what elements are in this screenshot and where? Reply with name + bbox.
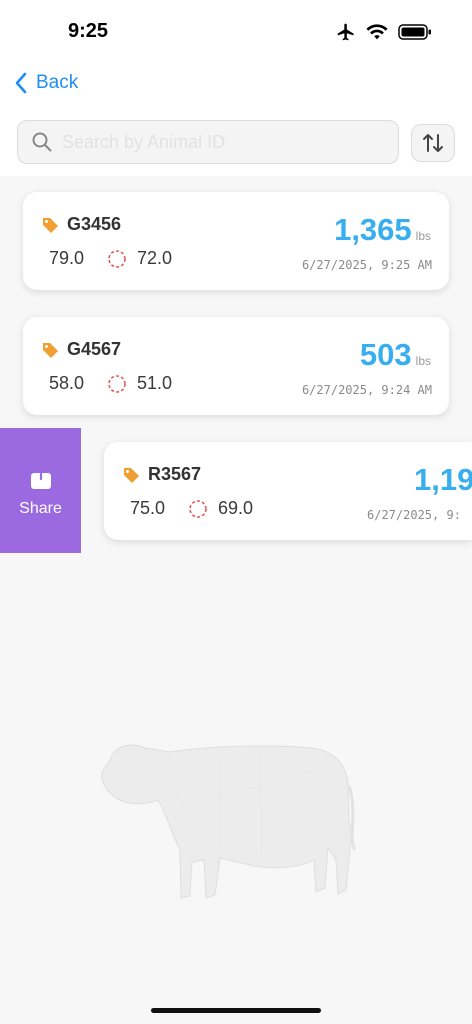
measurements: 58.0 51.0	[49, 373, 172, 394]
animal-id-text: G3456	[67, 214, 122, 234]
share-icon	[30, 464, 51, 489]
girth-ring-icon	[108, 374, 126, 393]
weight: 1,19	[414, 462, 472, 498]
measure-2: 72.0	[137, 248, 173, 268]
timestamp: 6/27/2025, 9:24 AM	[301, 383, 432, 397]
battery-icon	[398, 24, 431, 40]
share-button[interactable]: Share	[0, 428, 81, 553]
weight: 503 lbs	[360, 337, 431, 373]
tag-icon	[43, 342, 58, 358]
status-icons	[336, 22, 432, 42]
girth-ring-icon	[108, 249, 126, 268]
weight-value: 1,365	[334, 212, 412, 247]
weight-unit: lbs	[415, 229, 431, 243]
timestamp: 6/27/2025, 9:	[367, 508, 461, 522]
measure-1: 75.0	[130, 498, 166, 518]
wifi-icon	[366, 24, 388, 40]
measure-2: 51.0	[137, 373, 173, 393]
measure-2: 69.0	[218, 498, 254, 518]
measurements: 75.0 69.0	[130, 498, 253, 519]
weight-unit: lbs	[415, 354, 431, 368]
share-label: Share	[19, 499, 62, 517]
animal-id: R3567	[122, 464, 201, 485]
measure-1: 79.0	[49, 248, 85, 268]
back-button[interactable]: Back	[14, 72, 78, 94]
weight-value: 1,19	[414, 462, 472, 497]
search-input[interactable]	[62, 131, 362, 153]
measure-1: 58.0	[49, 373, 85, 393]
animal-id: G4567	[41, 339, 121, 360]
animal-id-text: G4567	[67, 339, 122, 359]
airplane-icon	[337, 23, 354, 41]
animal-id: G3456	[41, 214, 121, 235]
sort-arrows-icon	[423, 134, 443, 152]
measurements: 79.0 72.0	[49, 248, 172, 269]
record-card[interactable]: R3567 75.0 69.0 1,19 6/27/2025, 9:	[104, 442, 472, 540]
girth-ring-icon	[189, 499, 207, 518]
status-time: 9:25	[68, 20, 109, 42]
tag-icon	[124, 467, 139, 483]
sort-button[interactable]	[411, 124, 455, 162]
timestamp: 6/27/2025, 9:25 AM	[301, 258, 432, 272]
record-card[interactable]: G4567 58.0 51.0 503 lbs 6/27/2025, 9:24 …	[23, 317, 449, 415]
search-bar[interactable]	[17, 120, 399, 164]
weight: 1,365 lbs	[334, 212, 431, 248]
tag-icon	[43, 217, 58, 233]
search-icon	[32, 132, 52, 152]
back-label: Back	[36, 72, 79, 93]
status-bar: 9:25	[0, 0, 472, 64]
chevron-left-icon	[15, 72, 27, 94]
record-card[interactable]: G3456 79.0 72.0 1,365 lbs 6/27/2025, 9:2…	[23, 192, 449, 290]
home-indicator	[151, 1008, 321, 1013]
header: Back	[0, 64, 472, 176]
animal-id-text: R3567	[148, 464, 202, 484]
cow-illustration	[101, 744, 356, 899]
weight-value: 503	[359, 337, 412, 372]
